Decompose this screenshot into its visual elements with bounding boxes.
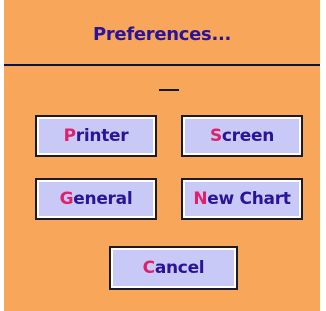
general-hotkey: G — [59, 189, 74, 209]
screen-hotkey: S — [209, 126, 222, 146]
general-label: eneral — [73, 189, 133, 209]
cancel-label: ancel — [154, 258, 205, 278]
new-chart-hotkey: N — [193, 189, 208, 209]
screen-label: creen — [221, 126, 275, 146]
printer-hotkey: P — [63, 126, 76, 146]
new-chart-button[interactable]: New Chart — [181, 178, 303, 220]
preferences-dialog: Preferences... Printer Screen General Ne… — [2, 0, 322, 311]
separator-dash — [159, 89, 179, 91]
cancel-button[interactable]: Cancel — [109, 246, 238, 290]
title-bar: Preferences... — [4, 0, 320, 66]
dialog-title: Preferences... — [92, 24, 232, 45]
printer-button[interactable]: Printer — [35, 115, 157, 157]
general-button[interactable]: General — [35, 178, 157, 220]
printer-label: rinter — [75, 126, 129, 146]
cancel-hotkey: C — [142, 258, 155, 278]
screen-button[interactable]: Screen — [181, 115, 303, 157]
new-chart-label: ew Chart — [207, 189, 291, 209]
